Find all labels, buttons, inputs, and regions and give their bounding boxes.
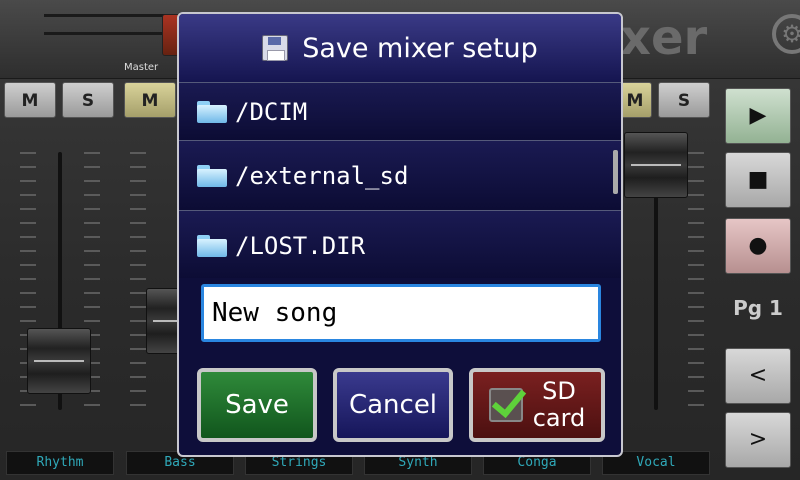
folder-icon [197,234,227,257]
chevron-right-icon: > [748,427,768,452]
folder-name: /external_sd [235,161,409,190]
play-icon: ▶ [749,103,767,128]
folder-icon [197,100,227,123]
prev-page-button[interactable]: < [725,348,791,404]
sd-label-line1: SD [542,377,576,405]
master-fader-track-lower [44,32,174,35]
checkmark-icon [488,388,523,422]
filename-input[interactable] [201,284,601,342]
sd-card-label: SD card [533,378,586,432]
play-button[interactable]: ▶ [725,88,791,144]
master-label: Master [124,62,159,73]
save-button[interactable]: Save [197,368,317,442]
mute-button-vocal[interactable]: M [618,82,652,118]
gear-icon[interactable]: ⚙ [772,14,800,54]
solo-button-vocal[interactable]: S [658,82,710,118]
save-dialog: Save mixer setup /DCIM /external_sd /LOS… [177,12,623,457]
solo-button-rhythm[interactable]: S [62,82,114,118]
save-button-label: Save [225,390,289,420]
folder-list[interactable]: /DCIM /external_sd /LOST.DIR [179,82,621,278]
page-label: Pg 1 [733,296,783,320]
folder-item-lost-dir[interactable]: /LOST.DIR [179,210,621,278]
stop-icon: ■ [747,167,769,192]
chevron-left-icon: < [748,363,768,388]
fader-scale [688,152,704,410]
record-button[interactable]: ● [725,218,791,274]
sd-card-toggle[interactable]: SD card [469,368,605,442]
cancel-button[interactable]: Cancel [333,368,453,442]
fader-knob-rhythm[interactable] [27,328,91,394]
channel-label-rhythm: Rhythm [6,451,114,475]
app-logo: xer [620,10,708,66]
master-fader-track [44,14,174,17]
folder-item-dcim[interactable]: /DCIM [179,82,621,140]
dialog-title: Save mixer setup [302,32,538,64]
folder-name: /LOST.DIR [235,231,366,260]
record-icon: ● [748,233,768,258]
folder-list-scrollbar[interactable] [613,150,618,194]
floppy-disk-icon [262,35,289,61]
dialog-title-bar: Save mixer setup [179,14,621,82]
folder-name: /DCIM [235,97,308,126]
mute-button-rhythm[interactable]: M [4,82,56,118]
fader-knob-vocal[interactable] [624,132,688,198]
next-page-button[interactable]: > [725,412,791,468]
mute-button-bass[interactable]: M [124,82,176,118]
fader-scale [130,152,146,410]
cancel-button-label: Cancel [348,390,438,420]
folder-icon [197,164,227,187]
sd-label-line2: card [532,404,586,432]
folder-item-external-sd[interactable]: /external_sd [179,140,621,210]
stop-button[interactable]: ■ [725,152,791,208]
